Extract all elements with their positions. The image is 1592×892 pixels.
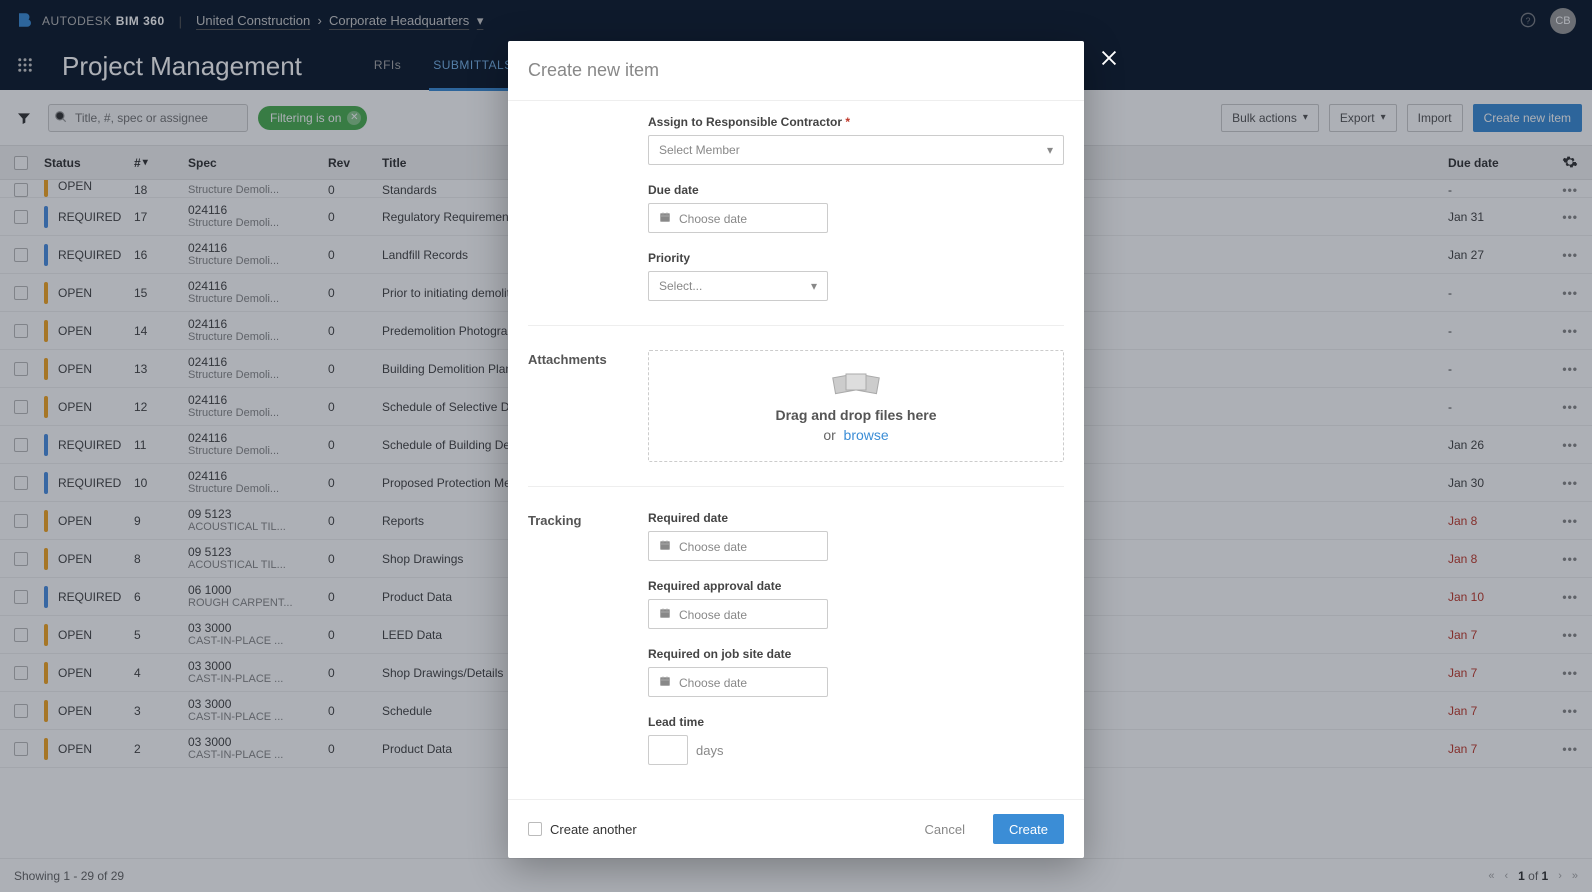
required-date-input[interactable]: Choose date — [648, 531, 828, 561]
browse-link[interactable]: browse — [844, 427, 889, 443]
calendar-icon — [659, 607, 671, 619]
create-another-checkbox[interactable]: Create another — [528, 822, 637, 837]
photos-icon — [824, 370, 888, 403]
required-approval-date-label: Required approval date — [648, 579, 1064, 593]
calendar-icon — [659, 211, 671, 223]
cancel-button[interactable]: Cancel — [909, 814, 981, 844]
required-approval-date-input[interactable]: Choose date — [648, 599, 828, 629]
close-icon[interactable] — [1098, 47, 1120, 72]
required-on-site-date-input[interactable]: Choose date — [648, 667, 828, 697]
attachments-dropzone[interactable]: Drag and drop files here or browse — [648, 350, 1064, 462]
due-date-label: Due date — [648, 183, 1064, 197]
attachments-section-label: Attachments — [528, 350, 648, 462]
dropzone-text: Drag and drop files here — [775, 407, 936, 423]
modal-header: Create new item — [508, 41, 1084, 101]
assign-label: Assign to Responsible Contractor * — [648, 115, 1064, 129]
calendar-icon — [659, 675, 671, 687]
create-item-modal: Create new item Assign to Responsible Co… — [508, 41, 1084, 858]
checkbox[interactable] — [528, 822, 542, 836]
calendar-icon — [659, 539, 671, 551]
chevron-down-icon: ▾ — [1047, 143, 1053, 157]
tracking-section-label: Tracking — [528, 511, 648, 765]
priority-select[interactable]: Select... ▾ — [648, 271, 828, 301]
due-date-input[interactable]: Choose date — [648, 203, 828, 233]
lead-time-input[interactable] — [648, 735, 688, 765]
days-label: days — [696, 743, 723, 758]
create-button[interactable]: Create — [993, 814, 1064, 844]
required-date-label: Required date — [648, 511, 1064, 525]
required-on-site-date-label: Required on job site date — [648, 647, 1064, 661]
chevron-down-icon: ▾ — [811, 279, 817, 293]
modal-title: Create new item — [528, 60, 659, 81]
lead-time-label: Lead time — [648, 715, 1064, 729]
assign-select[interactable]: Select Member ▾ — [648, 135, 1064, 165]
priority-label: Priority — [648, 251, 1064, 265]
modal-footer: Create another Cancel Create — [508, 799, 1084, 858]
